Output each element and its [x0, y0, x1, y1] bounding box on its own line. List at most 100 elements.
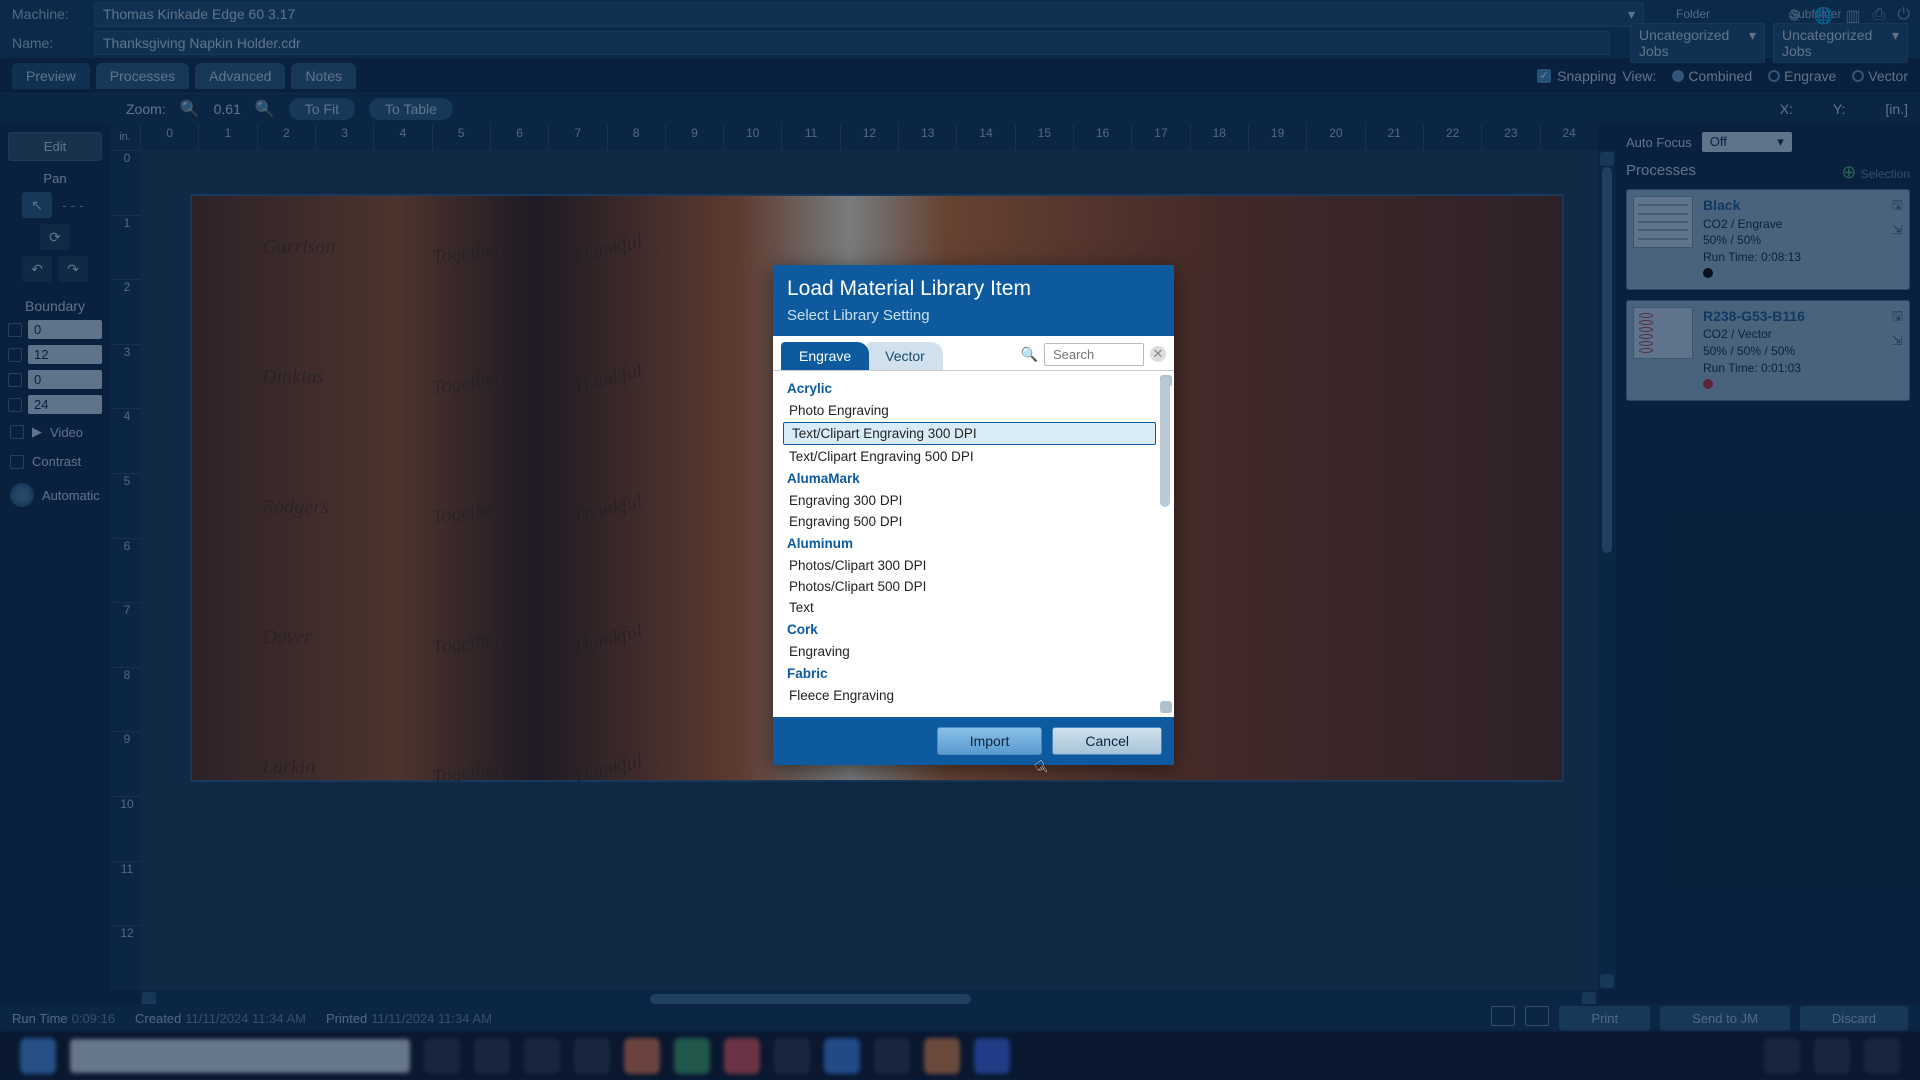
- tab-preview[interactable]: Preview: [12, 63, 90, 89]
- auto-focus-select[interactable]: Off▾: [1702, 132, 1792, 152]
- save-icon[interactable]: 🖫: [1892, 307, 1903, 329]
- machine-label: Machine:: [12, 6, 82, 22]
- boundary-check-2[interactable]: [8, 373, 22, 387]
- scroll-h-thumb[interactable]: [650, 994, 971, 1004]
- folder-icon[interactable]: [1525, 1006, 1549, 1026]
- name-row: Name: Thanksgiving Napkin Holder.cdr Unc…: [0, 28, 1920, 58]
- list-scroll-down-icon[interactable]: [1160, 701, 1172, 713]
- export-icon[interactable]: ⇲: [1892, 333, 1903, 349]
- boundary-check-0[interactable]: [8, 323, 22, 337]
- material-item[interactable]: Text/Clipart Engraving 300 DPI: [783, 422, 1156, 445]
- list-scrollbar[interactable]: [1160, 377, 1172, 711]
- process-vals: 50% / 50%: [1703, 232, 1801, 249]
- print-button[interactable]: Print: [1559, 1006, 1650, 1031]
- material-category: Aluminum: [781, 532, 1166, 555]
- modal-header: Load Material Library Item Select Librar…: [773, 265, 1174, 336]
- scroll-up-icon[interactable]: [1600, 152, 1614, 166]
- modal-tabs: Engrave Vector 🔍 ✕: [773, 336, 1174, 371]
- zoom-to-fit[interactable]: To Fit: [289, 98, 355, 120]
- window-controls: ⚙ 🌐 ▥ ⎙ ⏻: [1787, 6, 1910, 26]
- view-combined[interactable]: Combined: [1672, 68, 1752, 84]
- design-name: Garrison: [262, 236, 335, 259]
- view-engrave[interactable]: Engrave: [1768, 68, 1836, 84]
- zoom-to-table[interactable]: To Table: [369, 98, 453, 120]
- search-input[interactable]: [1044, 343, 1144, 366]
- material-item[interactable]: Engraving 500 DPI: [781, 511, 1166, 532]
- material-item[interactable]: Engraving 300 DPI: [781, 490, 1166, 511]
- boundary-input-2[interactable]: 0: [28, 370, 102, 389]
- ruler-horizontal: 0123456789101112131415161718192021222324: [140, 124, 1598, 150]
- boundary-check-3[interactable]: [8, 398, 22, 412]
- process-thumb: [1633, 196, 1693, 248]
- import-button[interactable]: Import: [937, 727, 1043, 755]
- boundary-label: Boundary: [8, 298, 102, 314]
- material-item[interactable]: Text/Clipart Engraving 500 DPI: [781, 446, 1166, 467]
- zoom-out-icon[interactable]: 🔍: [180, 99, 200, 119]
- modal-tab-engrave[interactable]: Engrave: [781, 342, 869, 370]
- process-runtime: Run Time: 0:08:13: [1703, 249, 1801, 266]
- send-button[interactable]: Send to JM: [1660, 1006, 1790, 1031]
- process-info: Black CO2 / Engrave 50% / 50% Run Time: …: [1703, 196, 1801, 283]
- right-panel: Auto Focus Off▾ Processes ⊕ Selection Bl…: [1616, 124, 1920, 1008]
- boundary-input-0[interactable]: 0: [28, 320, 102, 339]
- boundary-input-3[interactable]: 24: [28, 395, 102, 414]
- ruler-vertical: 0123456789101112: [110, 150, 140, 990]
- name-input[interactable]: Thanksgiving Napkin Holder.cdr: [94, 31, 1610, 55]
- discard-button[interactable]: Discard: [1800, 1006, 1908, 1031]
- list-scroll-thumb[interactable]: [1160, 377, 1170, 507]
- automatic-toggle[interactable]: Automatic: [8, 479, 102, 511]
- cancel-button[interactable]: Cancel: [1052, 727, 1162, 755]
- contrast-toggle[interactable]: Contrast: [8, 450, 102, 473]
- edit-button[interactable]: Edit: [8, 132, 102, 161]
- material-item[interactable]: Photos/Clipart 500 DPI: [781, 576, 1166, 597]
- print-icon[interactable]: ⎙: [1873, 6, 1886, 26]
- gear-icon[interactable]: ⚙: [1787, 6, 1801, 26]
- material-item[interactable]: Fleece Engraving: [781, 685, 1166, 706]
- material-item[interactable]: Photo Engraving: [781, 400, 1166, 421]
- globe-icon[interactable]: 🌐: [1813, 6, 1833, 26]
- export-icon[interactable]: ⇲: [1892, 222, 1903, 238]
- snapping-toggle[interactable]: ✓ Snapping: [1537, 68, 1616, 84]
- scroll-down-icon[interactable]: [1600, 974, 1614, 988]
- pointer-icon[interactable]: ↖: [22, 192, 52, 218]
- process-sub: CO2 / Vector: [1703, 326, 1805, 343]
- boundary-check-1[interactable]: [8, 348, 22, 362]
- search-clear-icon[interactable]: ✕: [1150, 346, 1166, 362]
- scroll-v-thumb[interactable]: [1602, 167, 1612, 553]
- machine-select[interactable]: Thomas Kinkade Edge 60 3.17▾: [94, 2, 1644, 27]
- tab-advanced[interactable]: Advanced: [195, 63, 285, 89]
- material-item[interactable]: Photos/Clipart 300 DPI: [781, 555, 1166, 576]
- video-toggle[interactable]: ▶Video: [8, 420, 102, 444]
- ruler-corner: in.: [110, 124, 140, 150]
- taskbar: [0, 1032, 1920, 1080]
- design-word: Thankful: [570, 490, 645, 530]
- process-color-dot: [1703, 268, 1713, 278]
- add-process-icon[interactable]: ⊕: [1841, 162, 1856, 182]
- processes-header: Processes: [1626, 162, 1696, 183]
- zoom-in-icon[interactable]: 🔍: [255, 99, 275, 119]
- folder-select[interactable]: Uncategorized Jobs▾: [1630, 23, 1765, 63]
- tab-notes[interactable]: Notes: [291, 63, 356, 89]
- modal-title: Load Material Library Item: [787, 277, 1160, 301]
- folder-label: Folder: [1676, 7, 1710, 21]
- save-icon[interactable]: 🖫: [1892, 196, 1903, 218]
- chart-icon[interactable]: ▥: [1845, 6, 1860, 26]
- coord-unit: [in.]: [1885, 101, 1908, 117]
- scrollbar-vertical[interactable]: [1598, 150, 1616, 990]
- undo-icon[interactable]: ↶: [22, 256, 52, 282]
- material-item[interactable]: Engraving: [781, 641, 1166, 662]
- redo-icon[interactable]: ↷: [58, 256, 88, 282]
- modal-tab-vector[interactable]: Vector: [867, 342, 943, 370]
- power-icon[interactable]: ⏻: [1897, 6, 1910, 26]
- refresh-icon[interactable]: ⟳: [40, 224, 70, 250]
- tab-processes[interactable]: Processes: [96, 63, 189, 89]
- process-card[interactable]: Black CO2 / Engrave 50% / 50% Run Time: …: [1626, 189, 1910, 290]
- name-label: Name:: [12, 35, 82, 51]
- design-word: Together: [431, 627, 504, 660]
- material-item[interactable]: Text: [781, 597, 1166, 618]
- process-card[interactable]: R238-G53-B116 CO2 / Vector 50% / 50% / 5…: [1626, 300, 1910, 401]
- boundary-input-1[interactable]: 12: [28, 345, 102, 364]
- folder-open-icon[interactable]: [1491, 1006, 1515, 1026]
- view-vector[interactable]: Vector: [1852, 68, 1908, 84]
- subfolder-select[interactable]: Uncategorized Jobs▾: [1773, 23, 1908, 63]
